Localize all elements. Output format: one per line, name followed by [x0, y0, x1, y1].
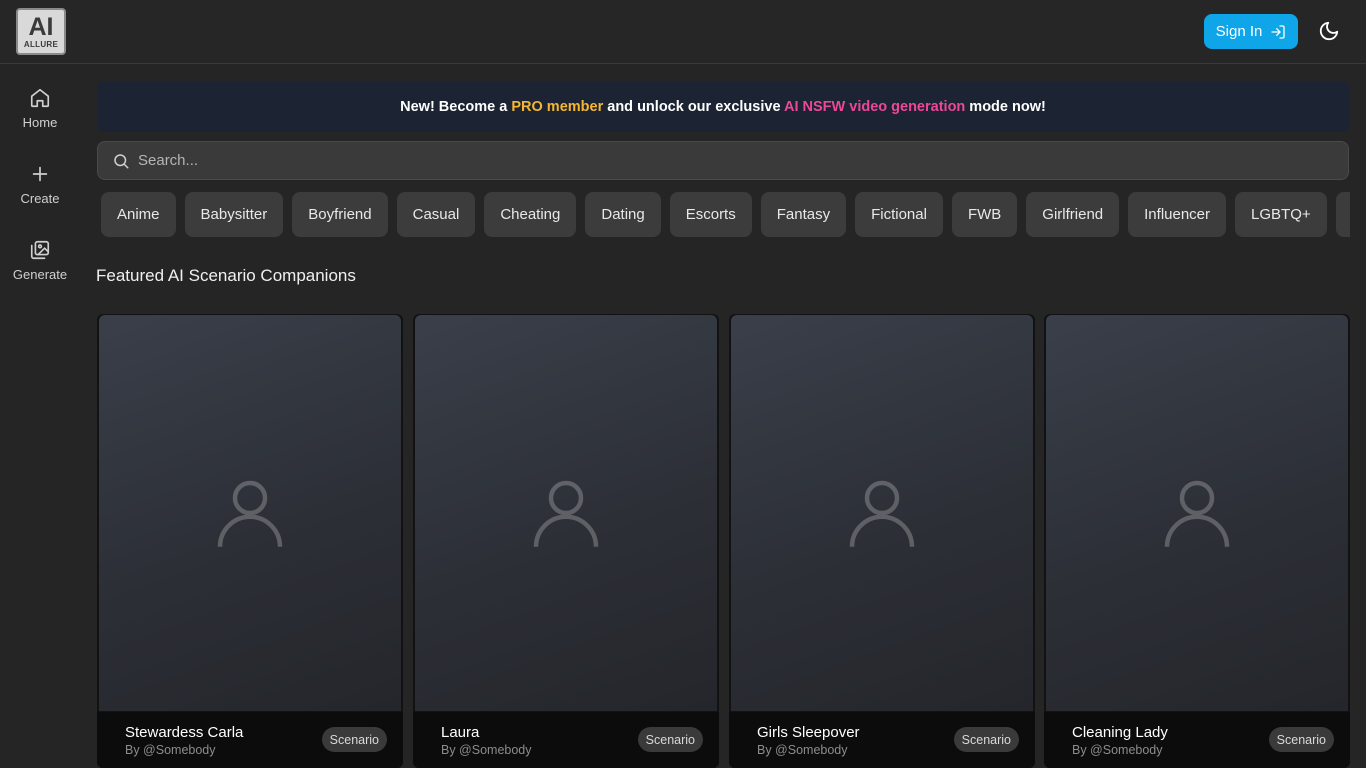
card-footer: Laura By @Somebody Scenario [413, 712, 719, 768]
card-image-placeholder [415, 315, 717, 711]
person-icon [217, 480, 283, 547]
card-footer: Stewardess Carla By @Somebody Scenario [97, 712, 403, 768]
sign-in-button[interactable]: Sign In [1204, 14, 1298, 49]
card-title: Laura [441, 724, 480, 741]
category-chip[interactable]: Escorts [669, 192, 752, 237]
card-author: By @Somebody [441, 743, 532, 757]
sidebar-item-create[interactable]: Create [0, 151, 80, 211]
card-image-placeholder [1046, 315, 1348, 711]
category-chip[interactable]: Influencer [1128, 192, 1227, 237]
promo-pro-highlight: PRO member [511, 98, 604, 115]
promo-text-part: and unlock our exclusive [603, 98, 785, 115]
person-icon [849, 480, 915, 547]
promo-banner[interactable]: New! Become a PRO member and unlock our … [97, 81, 1349, 132]
category-chip[interactable]: FWB [951, 192, 1018, 237]
card-image-placeholder [99, 315, 401, 711]
scenario-badge: Scenario [1268, 727, 1334, 752]
card-title: Cleaning Lady [1072, 724, 1168, 741]
logo-main-text: AI [28, 12, 54, 41]
card-footer: Cleaning Lady By @Somebody Scenario [1044, 712, 1350, 768]
category-chip[interactable]: Fictional [855, 192, 943, 237]
companion-card[interactable]: Laura By @Somebody Scenario [413, 314, 719, 768]
allure-logo[interactable]: AI ALLURE [16, 8, 66, 55]
category-chip[interactable]: LGBTQ+ [1235, 192, 1327, 237]
card-title: Stewardess Carla [125, 724, 244, 741]
card-image-placeholder [731, 315, 1033, 711]
card-author: By @Somebody [757, 743, 848, 757]
category-chip[interactable]: Casual [396, 192, 476, 237]
sidebar: Home Create Generate [0, 65, 80, 768]
section-title: Featured AI Scenario Companions [96, 266, 356, 285]
sidebar-item-generate[interactable]: Generate [0, 227, 80, 287]
category-chip[interactable]: Fantasy [760, 192, 847, 237]
sidebar-item-label: Home [22, 115, 58, 130]
category-chip[interactable]: Boyfriend [292, 192, 388, 237]
category-chip[interactable]: Long [1335, 192, 1350, 237]
card-author: By @Somebody [125, 743, 216, 757]
companion-card[interactable]: Stewardess Carla By @Somebody Scenario [97, 314, 403, 768]
scenario-badge: Scenario [953, 727, 1019, 752]
search-input[interactable] [138, 152, 1318, 169]
search-bar[interactable] [97, 141, 1349, 180]
category-chip[interactable]: Dating [585, 192, 661, 237]
card-title: Girls Sleepover [757, 724, 860, 741]
scenario-badge: Scenario [321, 727, 387, 752]
category-chip[interactable]: Cheating [484, 192, 577, 237]
card-author: By @Somebody [1072, 743, 1163, 757]
home-icon [30, 88, 50, 108]
category-chips: Anime Babysitter Boyfriend Casual Cheating Da… [97, 192, 1350, 238]
category-chip[interactable]: Babysitter [184, 192, 284, 237]
person-icon [533, 480, 599, 547]
promo-video-highlight: AI NSFW video generation [784, 98, 966, 115]
moon-icon[interactable] [1318, 20, 1340, 42]
category-chip[interactable]: Girlfriend [1026, 192, 1120, 237]
companion-card[interactable]: Cleaning Lady By @Somebody Scenario [1044, 314, 1350, 768]
promo-text-part: New! Become a [400, 98, 512, 115]
plus-icon [32, 166, 48, 182]
sidebar-item-home[interactable]: Home [0, 75, 80, 135]
companion-cards: Stewardess Carla By @Somebody Scenario Laur… [97, 314, 1350, 768]
image-gallery-icon [30, 240, 50, 260]
sidebar-item-label: Generate [12, 267, 68, 282]
logo-sub-text: ALLURE [23, 39, 59, 49]
scenario-badge: Scenario [637, 727, 703, 752]
sidebar-item-label: Create [20, 191, 60, 206]
search-icon [114, 153, 129, 168]
promo-text: New! Become a PRO member and unlock our … [400, 99, 1046, 115]
card-footer: Girls Sleepover By @Somebody Scenario [729, 712, 1035, 768]
sign-in-icon [1271, 24, 1286, 39]
top-bar: AI ALLURE Sign In [0, 0, 1366, 64]
person-icon [1164, 480, 1230, 547]
category-chip[interactable]: Anime [101, 192, 176, 237]
companion-card[interactable]: Girls Sleepover By @Somebody Scenario [729, 314, 1035, 768]
sign-in-label: Sign In [1215, 23, 1263, 40]
promo-text-part: mode now! [965, 98, 1046, 115]
